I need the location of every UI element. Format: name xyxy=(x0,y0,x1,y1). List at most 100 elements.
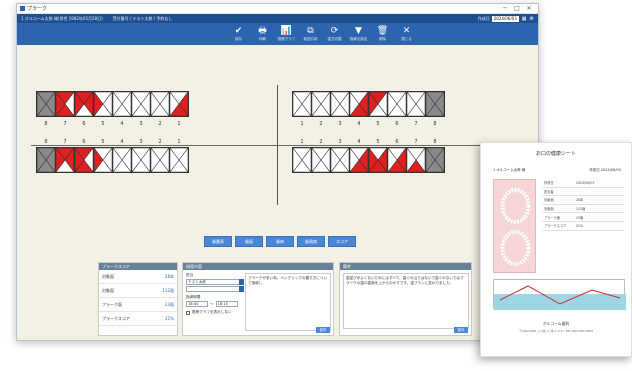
chevron-down-icon[interactable] xyxy=(239,279,244,285)
printer-icon: 🖶 xyxy=(258,26,267,36)
tooth-number: 4 xyxy=(120,139,124,145)
tooth[interactable] xyxy=(330,147,350,173)
jaw-diagram xyxy=(493,179,536,273)
maximize-button[interactable]: □ xyxy=(511,5,523,13)
tooth[interactable] xyxy=(150,147,170,173)
tooth[interactable] xyxy=(349,91,369,117)
tooth[interactable] xyxy=(74,91,94,117)
graph-checkbox[interactable] xyxy=(186,310,190,315)
close-window-button[interactable]: ✕ xyxy=(523,5,535,13)
tooth[interactable] xyxy=(368,147,388,173)
tooth[interactable] xyxy=(349,147,369,173)
report-trend-graph xyxy=(493,279,626,310)
chevron-down-icon[interactable] xyxy=(239,286,244,292)
tooth[interactable] xyxy=(425,91,445,117)
tooth-number: 2 xyxy=(158,139,162,145)
toolbar: ✔ 保存 🖶 印刷 📊 推移グラフ ⧉ 前回引用 ⟳ 歯式切替 ▼ 指導文設定 🗑 削除 ✕ 閉じる xyxy=(17,23,538,45)
guidance-save-button[interactable]: 保存 xyxy=(316,327,330,333)
plaque-score-panel: プラークスコア 対象面 28本 対象面 112面 プラーク面 23面 プラークスコア 21% xyxy=(98,262,178,336)
tooth[interactable] xyxy=(169,91,189,117)
tooth-number: 5 xyxy=(376,139,380,145)
remarks-save-button[interactable]: 保存 xyxy=(454,327,468,333)
toolbar-button-0[interactable]: ✔ 保存 xyxy=(229,26,249,42)
report-row-label: 対象面 xyxy=(544,207,554,212)
toolbar-button-label: 保存 xyxy=(235,37,242,41)
tooth[interactable] xyxy=(55,91,75,117)
plaque-score-title: プラークスコア xyxy=(99,263,177,270)
time-from-input[interactable]: 18:00 xyxy=(186,301,208,307)
refresh-icon: ⟳ xyxy=(330,26,339,36)
report-row-label: 作成日 xyxy=(544,181,554,186)
check-icon: ✔ xyxy=(234,26,243,36)
time-to-input[interactable]: 18:15 xyxy=(215,301,238,307)
score-row: 対象面 112面 xyxy=(99,284,177,298)
report-row: 対象面 112面 xyxy=(542,205,624,214)
toolbar-button-label: 削除 xyxy=(379,37,386,41)
tooth[interactable] xyxy=(406,91,426,117)
tooth-number: 1 xyxy=(300,121,304,127)
time-label: 指導時間 xyxy=(186,295,201,299)
tab-2[interactable]: 歯肉 xyxy=(266,236,294,247)
score-row: 対象面 28本 xyxy=(99,270,177,284)
upper-right-teeth xyxy=(292,91,445,117)
guidance-textarea[interactable]: プラークが多い為、ペングリップの握り方について指導し xyxy=(245,273,331,331)
report-row-value: 28本 xyxy=(576,198,584,203)
date-field[interactable]: 2024/06/03 xyxy=(491,15,519,22)
tooth[interactable] xyxy=(55,147,75,173)
tab-3[interactable]: 歯周病 xyxy=(297,236,325,247)
tab-0[interactable]: 歯番表 xyxy=(204,236,232,247)
tooth[interactable] xyxy=(112,91,132,117)
tooth[interactable] xyxy=(311,91,331,117)
remarks-textarea[interactable]: 歯並びがよくないためにはすべて、歯ぐの山ではないで歯ぐのないではプラークの歯の歯… xyxy=(343,273,469,329)
staff-select[interactable]: テスト太郎 xyxy=(186,279,244,285)
toolbar-button-7[interactable]: ✕ 閉じる xyxy=(397,26,417,42)
report-row-value: 2024/06/03 xyxy=(576,180,595,185)
toolbar-button-3[interactable]: ⧉ 前回引用 xyxy=(301,26,321,42)
tooth[interactable] xyxy=(330,91,350,117)
tab-4[interactable]: スコア xyxy=(328,236,356,247)
tooth-number: 1 xyxy=(177,139,181,145)
tooth[interactable] xyxy=(93,147,113,173)
tooth[interactable] xyxy=(93,91,113,117)
tooth[interactable] xyxy=(74,147,94,173)
toolbar-button-6[interactable]: 🗑 削除 xyxy=(373,26,393,42)
report-row: プラークスコア 21% xyxy=(542,222,624,231)
report-row: プラーク面 23面 xyxy=(542,213,624,222)
report-row-label: プラーク面 xyxy=(544,215,560,220)
tooth[interactable] xyxy=(131,91,151,117)
tooth[interactable] xyxy=(292,91,312,117)
toolbar-button-5[interactable]: ▼ 指導文設定 xyxy=(349,26,369,42)
tooth[interactable] xyxy=(36,147,56,173)
tooth[interactable] xyxy=(425,147,445,173)
tooth[interactable] xyxy=(387,91,407,117)
staff-label: 担当 xyxy=(186,273,194,277)
tooth-number: 7 xyxy=(63,121,67,127)
minimize-button[interactable]: ─ xyxy=(499,5,511,13)
report-clinic: オルコーム歯科 xyxy=(542,321,570,326)
tooth[interactable] xyxy=(406,147,426,173)
tooth[interactable] xyxy=(387,147,407,173)
tooth[interactable] xyxy=(292,147,312,173)
toolbar-button-2[interactable]: 📊 推移グラフ xyxy=(277,26,297,42)
tooth[interactable] xyxy=(169,147,189,173)
report-address: 〒000-0000 ○○県○○市 1-2-3 / TEL 000-000-000… xyxy=(518,329,594,333)
printed-report-sheet: お口の健康シート 1 オルコーム太郎 様 作成日 2024/06/03 作成日 2… xyxy=(480,142,632,357)
patient-info: 1 オルコーム太郎 様(男性 1982年05月28日) xyxy=(21,15,103,21)
tooth[interactable] xyxy=(112,147,132,173)
tooth[interactable] xyxy=(131,147,151,173)
tooth[interactable] xyxy=(311,147,331,173)
toolbar-button-4[interactable]: ⟳ 歯式切替 xyxy=(325,26,345,42)
tooth-number: 5 xyxy=(101,121,105,127)
staff-select-2[interactable] xyxy=(186,286,244,292)
tooth[interactable] xyxy=(36,91,56,117)
copy-icon: ⧉ xyxy=(307,26,314,36)
tooth-number: 4 xyxy=(120,121,124,127)
tab-1[interactable]: 歯面 xyxy=(235,236,263,247)
tooth[interactable] xyxy=(150,91,170,117)
settings-icon[interactable]: ⚙ xyxy=(530,16,534,22)
tooth[interactable] xyxy=(368,91,388,117)
score-label: プラーク面 xyxy=(102,301,122,307)
report-row-label: 担当者 xyxy=(544,189,554,194)
calendar-icon[interactable]: ▦ xyxy=(522,16,527,22)
toolbar-button-1[interactable]: 🖶 印刷 xyxy=(253,26,273,42)
